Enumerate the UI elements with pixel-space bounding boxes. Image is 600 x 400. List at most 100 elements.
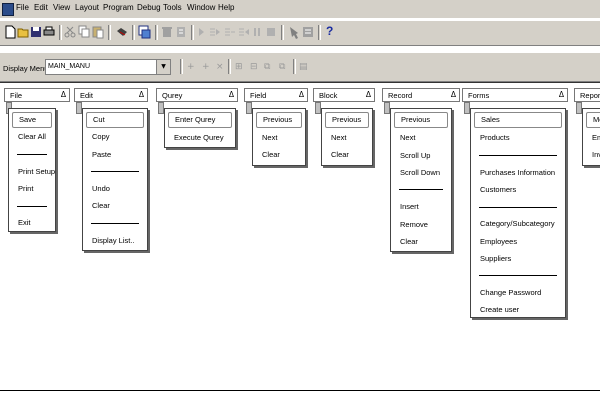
delete-icon[interactable]: ×: [216, 62, 224, 72]
break-icon[interactable]: [175, 25, 187, 39]
menu-file[interactable]: File: [16, 3, 29, 12]
stop-icon[interactable]: [266, 25, 276, 39]
cut-icon[interactable]: [64, 25, 76, 39]
menu-item-products[interactable]: Products: [474, 130, 562, 146]
menu-item-sales[interactable]: Sales: [474, 112, 562, 128]
menu-header-forms[interactable]: Forms Δ: [462, 88, 568, 102]
menu-item-inv[interactable]: Inv: [586, 147, 600, 163]
display-menu-select[interactable]: MAIN_MANU ▼: [45, 59, 171, 75]
menu-tools[interactable]: Tools: [163, 3, 182, 12]
collapse-delta-icon[interactable]: Δ: [366, 90, 371, 99]
step-out-icon[interactable]: [238, 25, 250, 39]
collapse-all-icon[interactable]: ⧉: [279, 62, 285, 72]
collapse-icon[interactable]: ⊟: [250, 62, 258, 72]
menu-edit[interactable]: Edit: [34, 3, 48, 12]
menu-item-scroll-up[interactable]: Scroll Up: [394, 148, 448, 164]
chevron-down-icon[interactable]: ▼: [156, 60, 170, 74]
menu-item-change-password[interactable]: Change Password: [474, 285, 562, 301]
help-icon[interactable]: ?: [326, 24, 333, 38]
paste-icon[interactable]: [92, 25, 104, 39]
menu-item-next[interactable]: Next: [256, 130, 302, 146]
run-form-icon[interactable]: [116, 25, 128, 39]
collapse-delta-icon[interactable]: Δ: [299, 90, 304, 99]
menu-item-execute-qurey[interactable]: Execute Qurey: [168, 130, 232, 146]
menu-header-block[interactable]: Block Δ: [313, 88, 375, 102]
menu-item-scroll-down[interactable]: Scroll Down: [394, 165, 448, 181]
print-icon[interactable]: [43, 25, 55, 39]
save-icon[interactable]: [30, 25, 42, 39]
copy-icon[interactable]: [78, 25, 90, 39]
menu-item-insert[interactable]: Insert: [394, 199, 448, 215]
menu-item-previous[interactable]: Previous: [325, 112, 369, 128]
menu-item-category-subcategory[interactable]: Category/Subcategory: [474, 216, 562, 232]
menu-debug[interactable]: Debug: [137, 3, 161, 12]
menu-item-enter-qurey[interactable]: Enter Qurey: [168, 112, 232, 128]
display-menu-value: MAIN_MANU: [48, 63, 91, 70]
menu-item-copy[interactable]: Copy: [86, 129, 144, 145]
menu-header-reports[interactable]: Repor: [574, 88, 600, 102]
go-icon[interactable]: [197, 25, 205, 39]
menu-item-clear[interactable]: Clear: [256, 147, 302, 163]
menu-item-customers[interactable]: Customers: [474, 182, 562, 198]
menu-header-qurey[interactable]: Qurey Δ: [156, 88, 238, 102]
menu-item-clear[interactable]: Clear: [394, 234, 448, 250]
menu-item-clear-all[interactable]: Clear All: [12, 129, 52, 145]
menu-program[interactable]: Program: [103, 3, 134, 12]
menu-item-suppliers[interactable]: Suppliers: [474, 251, 562, 267]
toolbar-separator: [293, 59, 296, 74]
menu-item-undo[interactable]: Undo: [86, 181, 144, 197]
menu-header-edit[interactable]: Edit Δ: [74, 88, 148, 102]
collapse-delta-icon[interactable]: Δ: [451, 90, 456, 99]
menu-item-save[interactable]: Save: [12, 112, 52, 128]
toolbar-separator: [281, 25, 284, 40]
menu-item-clear[interactable]: Clear: [325, 147, 369, 163]
collapse-delta-icon[interactable]: Δ: [559, 90, 564, 99]
toolbar-separator: [155, 25, 158, 40]
new-file-icon[interactable]: [4, 25, 16, 39]
property-palette-icon[interactable]: [302, 25, 314, 39]
step-into-icon[interactable]: [209, 25, 221, 39]
expand-all-icon[interactable]: ⧉: [264, 62, 270, 72]
menu-item-mo[interactable]: Mo: [586, 112, 600, 128]
debug-icon[interactable]: [161, 25, 173, 39]
switch-orientation-icon[interactable]: ▤: [299, 62, 308, 72]
menu-item-remove[interactable]: Remove: [394, 217, 448, 233]
expand-icon[interactable]: ⊞: [235, 62, 243, 72]
menu-view[interactable]: View: [53, 3, 70, 12]
collapse-delta-icon[interactable]: Δ: [61, 90, 66, 99]
menu-item-purchases-information[interactable]: Purchases Information: [474, 165, 562, 181]
menu-items-block: Previous Next Clear: [321, 108, 373, 166]
open-folder-icon[interactable]: [17, 25, 29, 39]
compile-icon[interactable]: [138, 25, 151, 39]
menu-item-print-setup[interactable]: Print Setup: [12, 164, 55, 180]
menu-header-file[interactable]: File Δ: [4, 88, 70, 102]
menu-header-label: Field: [250, 91, 267, 100]
menu-item-create-user[interactable]: Create user: [474, 302, 562, 318]
menu-window[interactable]: Window: [187, 3, 215, 12]
create-down-icon[interactable]: +: [187, 62, 195, 72]
menu-item-previous[interactable]: Previous: [394, 112, 448, 128]
menu-item-em[interactable]: Em: [586, 130, 600, 146]
menu-item-next[interactable]: Next: [325, 130, 369, 146]
menu-item-previous[interactable]: Previous: [256, 112, 302, 128]
menu-items-file: Save Clear All Print Setup Print Exit: [8, 108, 56, 232]
step-over-icon[interactable]: [224, 25, 236, 39]
object-navigator-icon[interactable]: [288, 25, 300, 39]
menu-item-next[interactable]: Next: [394, 130, 448, 146]
menu-item-clear[interactable]: Clear: [86, 198, 144, 214]
collapse-delta-icon[interactable]: Δ: [229, 90, 234, 99]
menu-item-employees[interactable]: Employees: [474, 234, 562, 250]
collapse-delta-icon[interactable]: Δ: [139, 90, 144, 99]
menu-item-exit[interactable]: Exit: [12, 215, 52, 231]
menu-help[interactable]: Help: [218, 3, 234, 12]
menu-item-paste[interactable]: Paste: [86, 147, 144, 163]
menu-item-cut[interactable]: Cut: [86, 112, 144, 128]
menu-item-print[interactable]: Print: [12, 181, 52, 197]
menu-header-label: Block: [319, 91, 338, 100]
pause-icon[interactable]: [252, 25, 262, 39]
menu-layout[interactable]: Layout: [75, 3, 99, 12]
menu-header-field[interactable]: Field Δ: [244, 88, 308, 102]
menu-header-record[interactable]: Record Δ: [382, 88, 460, 102]
menu-item-display-list[interactable]: Display List..: [86, 233, 144, 249]
create-right-icon[interactable]: +: [202, 62, 210, 72]
